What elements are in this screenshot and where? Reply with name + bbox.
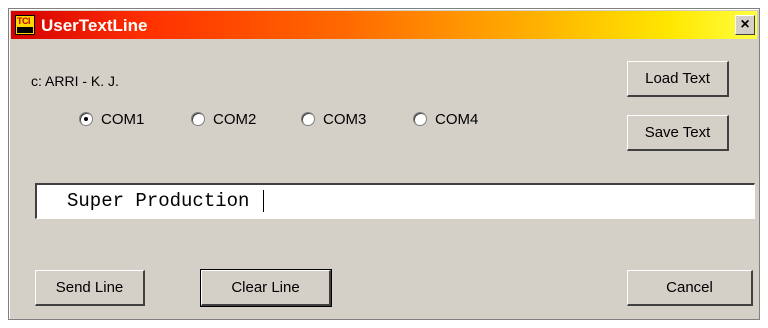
radio-selected-icon [79,112,93,126]
send-line-button[interactable]: Send Line [35,270,145,306]
radio-com3[interactable]: COM3 [301,109,366,129]
text-line-value: Super Production [67,190,261,212]
app-icon-label: TCI [17,16,31,26]
radio-unselected-icon [413,112,427,126]
radio-unselected-icon [301,112,315,126]
text-caret [262,189,264,212]
radio-label: COM1 [101,110,145,128]
tci-app-icon: TCI [15,15,35,35]
usertextline-window: TCI UserTextLine × c: ARRI - K. J. COM1 … [8,8,760,320]
radio-label: COM2 [213,110,257,128]
radio-unselected-icon [191,112,205,126]
window-title: UserTextLine [41,16,148,35]
radio-label: COM3 [323,110,367,128]
radio-com4[interactable]: COM4 [413,109,478,129]
radio-com2[interactable]: COM2 [191,109,256,129]
radio-com1[interactable]: COM1 [79,109,144,129]
title-bar[interactable]: TCI UserTextLine × [11,11,757,39]
cancel-button[interactable]: Cancel [627,270,753,306]
clear-line-button[interactable]: Clear Line [200,269,332,307]
load-text-button[interactable]: Load Text [627,61,729,97]
radio-label: COM4 [435,110,479,128]
text-line-input[interactable]: Super Production [35,183,755,219]
credit-label: c: ARRI - K. J. [31,73,119,89]
save-text-button[interactable]: Save Text [627,115,729,151]
app-icon-bar [17,27,33,33]
close-icon[interactable]: × [735,15,755,35]
